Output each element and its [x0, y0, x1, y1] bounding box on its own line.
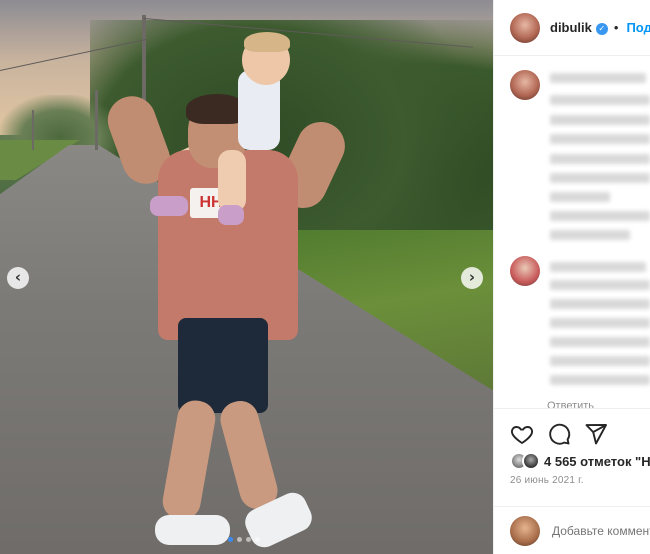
post-actions: 4 565 отметок "Н 26 июнь 2021 г.	[494, 408, 650, 554]
utility-pole	[32, 110, 34, 150]
blurred-text	[550, 211, 650, 221]
follow-button[interactable]: Подп	[626, 20, 650, 35]
carousel-next-button[interactable]: ›	[461, 267, 483, 289]
liker-avatar	[522, 452, 540, 470]
man-shorts	[178, 318, 268, 413]
sneaker	[155, 515, 230, 545]
post-header: dibulik✓ • Подп	[494, 0, 650, 56]
blurred-text	[550, 95, 650, 105]
post-photo[interactable]: HH ‹ ›	[0, 0, 493, 554]
blurred-text	[550, 356, 650, 366]
blurred-text	[550, 73, 646, 83]
carousel-dot[interactable]	[237, 537, 242, 542]
child-shoe	[218, 205, 244, 225]
blurred-text	[550, 299, 650, 309]
blurred-text	[550, 134, 650, 144]
comment-input[interactable]	[552, 524, 650, 538]
blurred-text	[550, 318, 650, 328]
header-separator: •	[613, 20, 619, 35]
blurred-text	[550, 173, 650, 183]
carousel-prev-button[interactable]: ‹	[7, 267, 29, 289]
heart-icon[interactable]	[510, 422, 534, 446]
send-icon[interactable]	[584, 422, 608, 446]
carousel-dot[interactable]	[228, 537, 233, 542]
carousel-indicator	[228, 537, 260, 542]
child-leg	[218, 150, 246, 212]
post-sidebar: dibulik✓ • Подп Ответить	[493, 0, 650, 554]
utility-pole	[95, 90, 98, 150]
blurred-text	[550, 192, 610, 202]
likes-summary[interactable]: 4 565 отметок "Н	[510, 452, 650, 470]
likes-count[interactable]: 4 565 отметок "Н	[544, 454, 650, 469]
reply-button[interactable]: Ответить	[547, 400, 594, 408]
comment-icon[interactable]	[547, 422, 571, 446]
caption-comment	[510, 70, 650, 240]
blurred-text	[550, 262, 646, 272]
commenter-avatar[interactable]	[510, 256, 540, 286]
carousel-dot[interactable]	[246, 537, 251, 542]
blurred-text	[550, 115, 650, 125]
blurred-text	[550, 375, 650, 385]
author-avatar[interactable]	[510, 12, 540, 43]
author-username[interactable]: dibulik ✓	[550, 20, 608, 35]
carousel-dot[interactable]	[255, 537, 260, 542]
commenter-avatar[interactable]	[510, 70, 540, 100]
add-comment-bar	[494, 506, 650, 554]
post-date: 26 июнь 2021 г.	[510, 475, 584, 486]
viewer-avatar	[510, 516, 540, 546]
child-shoe	[150, 196, 188, 216]
child-hair	[244, 32, 290, 52]
comment	[510, 256, 650, 396]
blurred-text	[550, 337, 650, 347]
verified-badge-icon: ✓	[595, 23, 608, 35]
comments-list[interactable]: Ответить	[494, 56, 650, 408]
blurred-text	[550, 280, 650, 290]
blurred-text	[550, 230, 630, 240]
blurred-text	[550, 154, 650, 164]
